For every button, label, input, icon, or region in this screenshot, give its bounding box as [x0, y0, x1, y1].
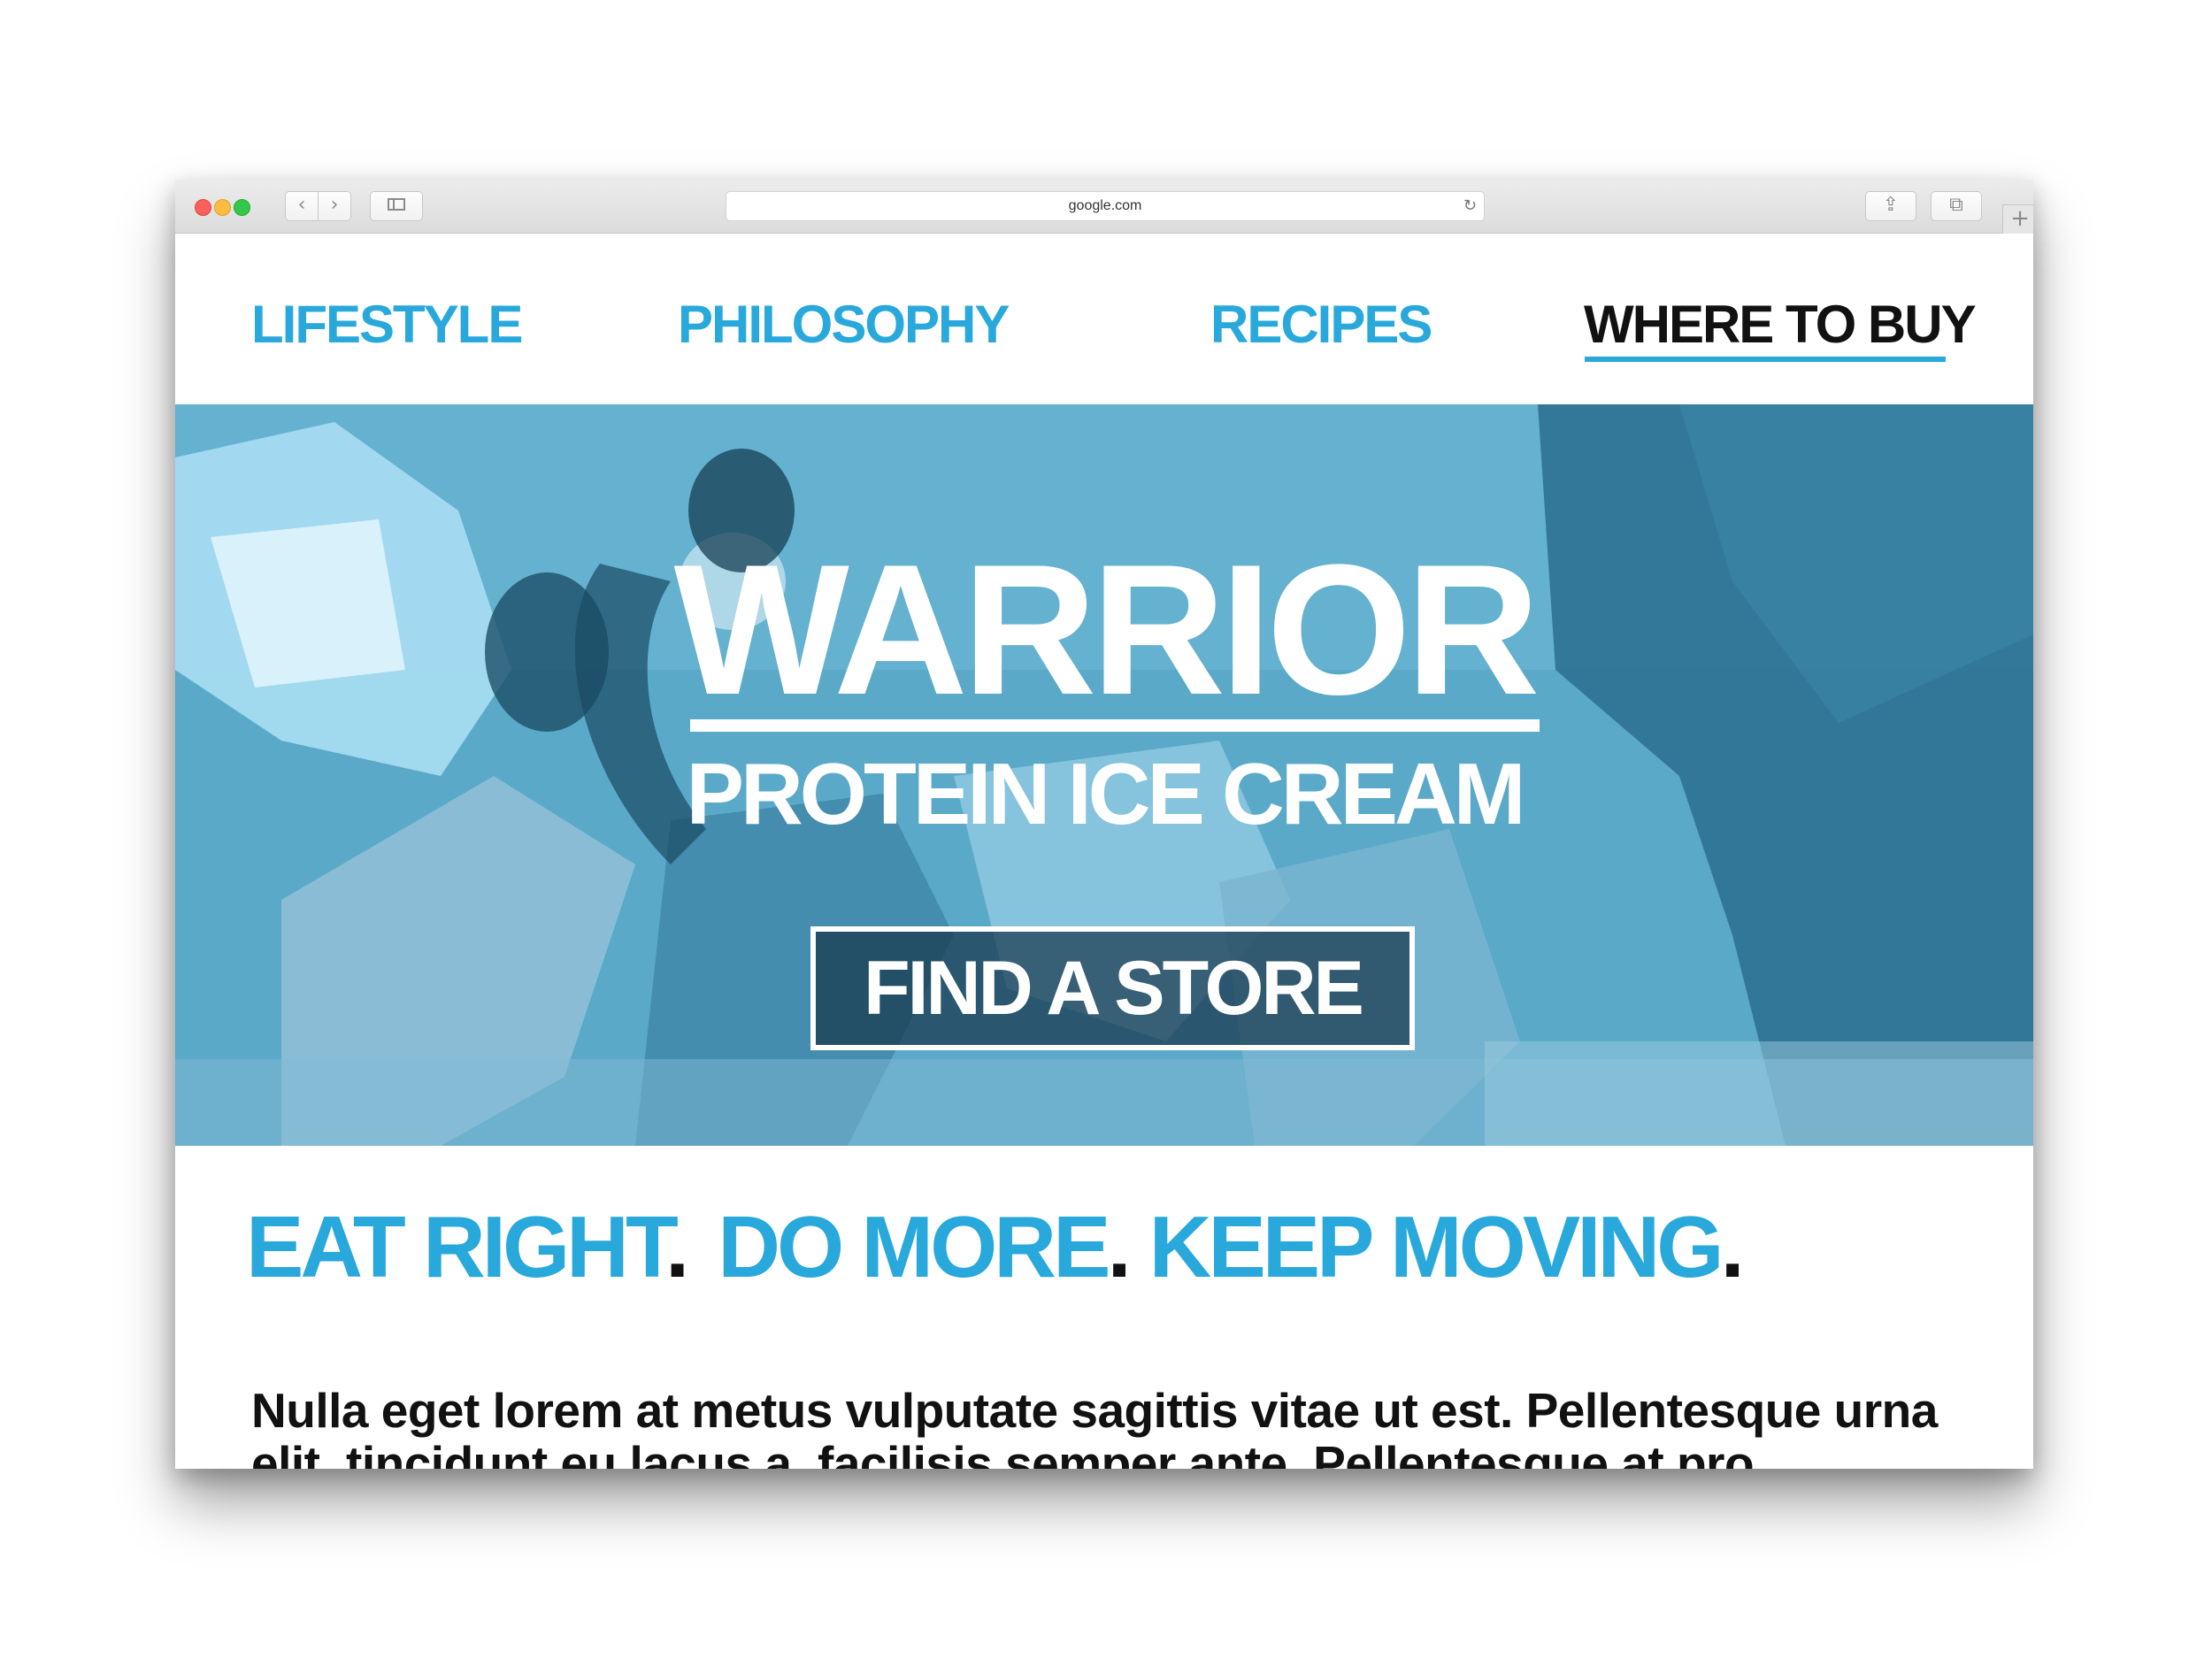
nav-item-lifestyle[interactable]: LIFESTYLE — [251, 294, 523, 356]
address-text[interactable]: google.com — [726, 192, 1484, 220]
sidebar-toggle-button[interactable] — [370, 191, 423, 221]
browser-toolbar: ‹ › google.com ↻ ⇪ ⧉ + — [175, 180, 2033, 234]
active-nav-underline — [1585, 357, 1946, 362]
zoom-window-button[interactable] — [234, 199, 250, 216]
nav-item-where-to-buy[interactable]: WHERE TO BUY — [1584, 294, 1977, 356]
tagline-part-do-more: DO MORE — [718, 1198, 1110, 1295]
browser-window: ‹ › google.com ↻ ⇪ ⧉ + LIFESTYLE PHILOSO… — [175, 180, 2033, 1469]
tagline-dot: . — [664, 1198, 689, 1295]
web-page: LIFESTYLE PHILOSOPHY RECIPES WHERE TO BU… — [175, 234, 2033, 1469]
share-button[interactable]: ⇪ — [1865, 191, 1916, 221]
hero-subtitle: PROTEIN ICE CREAM — [686, 745, 1526, 842]
screenshot-stage: ‹ › google.com ↻ ⇪ ⧉ + LIFESTYLE PHILOSO… — [0, 0, 2212, 1659]
show-tabs-button[interactable]: ⧉ — [1931, 191, 1982, 221]
sidebar-icon — [388, 197, 405, 211]
chevron-left-icon: ‹ — [297, 194, 306, 216]
nav-item-philosophy[interactable]: PHILOSOPHY — [678, 294, 1010, 356]
tagline-dot: . — [1107, 1198, 1131, 1295]
tagline-part-keep-moving: KEEP MOVING — [1148, 1198, 1724, 1295]
tagline-part-eat-right: EAT RIGHT — [246, 1198, 669, 1295]
hero-title: WARRIOR — [673, 526, 1540, 733]
new-tab-button[interactable]: + — [2002, 204, 2033, 234]
close-window-button[interactable] — [195, 199, 211, 216]
body-paragraph: Nulla eget lorem at metus vulputate sagi… — [251, 1383, 1938, 1469]
tagline-dot: . — [1720, 1198, 1744, 1295]
chevron-right-icon: › — [330, 194, 339, 216]
hero-divider — [690, 719, 1540, 732]
minimize-window-button[interactable] — [214, 199, 231, 216]
main-navigation: LIFESTYLE PHILOSOPHY RECIPES WHERE TO BU… — [175, 234, 2033, 403]
address-bar[interactable]: google.com ↻ — [726, 191, 1485, 221]
share-icon: ⇪ — [1882, 194, 1900, 216]
plus-icon: + — [2010, 205, 2030, 232]
tagline: EAT RIGHT. DO MORE. KEEP MOVING. — [246, 1198, 1745, 1295]
back-button[interactable]: ‹ — [285, 191, 319, 221]
forward-button[interactable]: › — [318, 191, 351, 221]
hero-banner: WARRIOR PROTEIN ICE CREAM FIND A STORE — [175, 404, 2033, 1146]
tabs-icon: ⧉ — [1949, 194, 1963, 216]
nav-item-recipes[interactable]: RECIPES — [1210, 294, 1432, 356]
reload-icon[interactable]: ↻ — [1463, 192, 1477, 220]
find-a-store-button[interactable]: FIND A STORE — [810, 926, 1415, 1050]
